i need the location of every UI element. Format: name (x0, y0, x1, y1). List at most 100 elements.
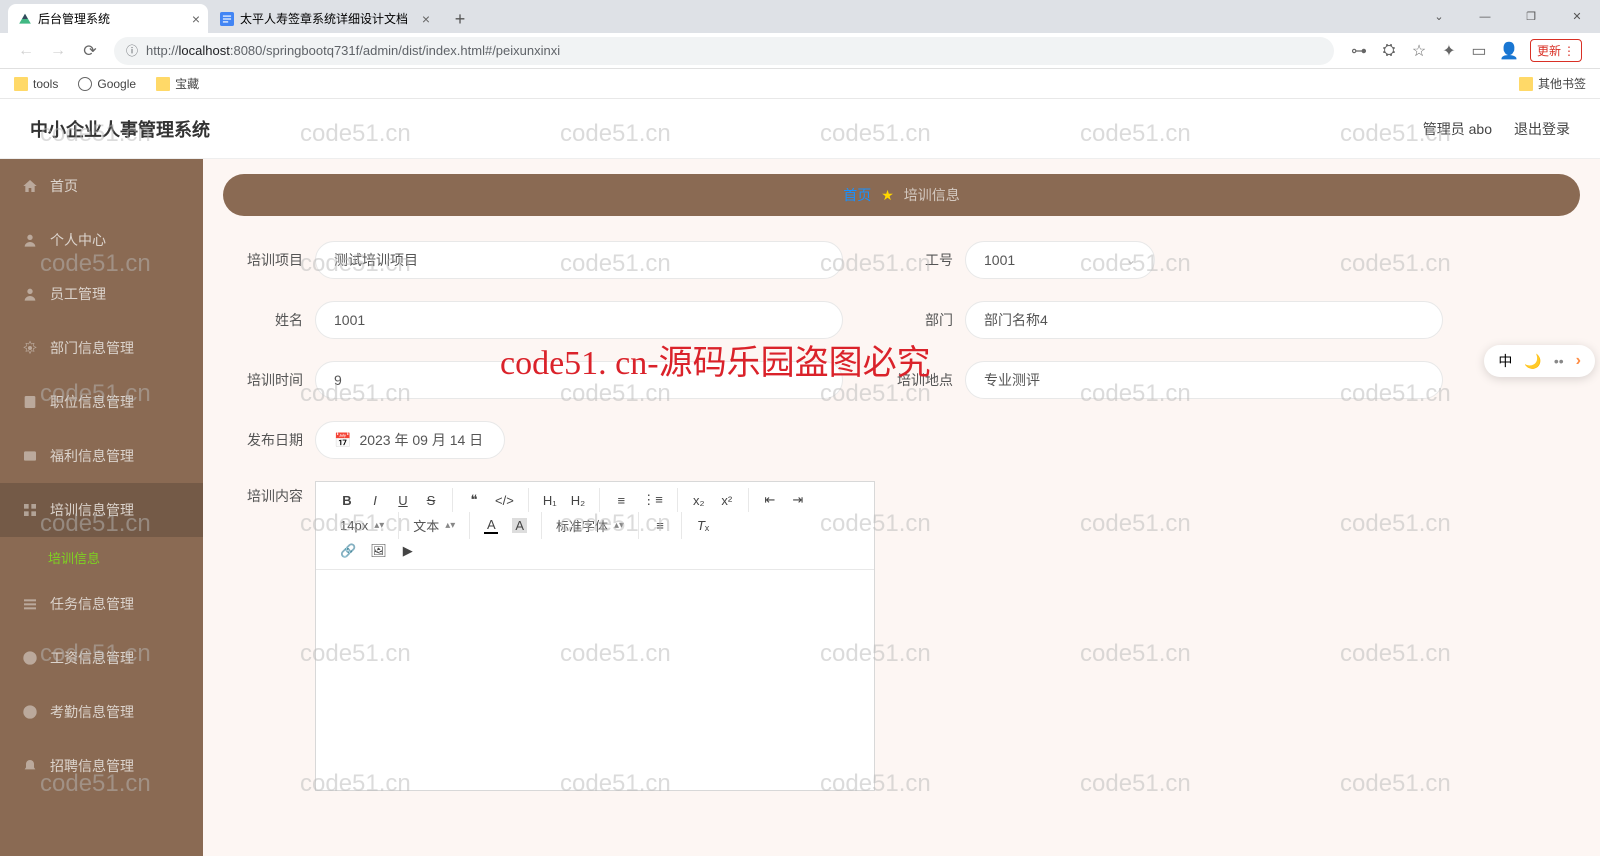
outdent-button[interactable]: ⇥ (791, 492, 805, 508)
forward-button[interactable]: → (42, 35, 74, 67)
app-header: 中小企业人事管理系统 管理员 abo 退出登录 (0, 99, 1600, 159)
url-input[interactable]: ⓘ http://localhost:8080/springbootq731f/… (114, 37, 1334, 65)
window-controls: ⌄ — ❐ ✕ (1416, 0, 1600, 33)
bookmark-google[interactable]: Google (78, 77, 136, 91)
new-tab-button[interactable]: + (446, 5, 474, 33)
video-button[interactable]: ▶ (401, 543, 415, 559)
main-content: 首页 ★ 培训信息 培训项目 工号 1001 ⌄ (203, 159, 1600, 856)
gear-icon (22, 340, 38, 356)
link-button[interactable]: 🔗 (340, 543, 356, 559)
sidebar-item-recruit[interactable]: 招聘信息管理 (0, 739, 203, 793)
chevron-down-icon[interactable]: ⌄ (1416, 0, 1462, 33)
font-family-select[interactable]: 标准字体▴▾ (542, 512, 639, 539)
sidebar-subitem-training-info[interactable]: 培训信息 (0, 537, 203, 577)
sidebar-item-dept[interactable]: 部门信息管理 (0, 321, 203, 375)
code-button[interactable]: </> (495, 493, 514, 508)
ime-mode[interactable]: 中 (1498, 351, 1512, 371)
address-bar: ← → ⟳ ⓘ http://localhost:8080/springboot… (0, 33, 1600, 69)
sidebar-item-position[interactable]: 职位信息管理 (0, 375, 203, 429)
logout-link[interactable]: 退出登录 (1514, 119, 1570, 139)
breadcrumb: 首页 ★ 培训信息 (223, 174, 1580, 216)
sidebar-item-salary[interactable]: 工资信息管理 (0, 631, 203, 685)
browser-tab-inactive[interactable]: 太平人寿签章系统详细设计文档 × (210, 4, 438, 33)
label-project: 培训项目 (233, 250, 303, 270)
doc-icon (22, 394, 38, 410)
editor-textarea[interactable] (316, 570, 874, 790)
indent-button[interactable]: ⇤ (763, 492, 777, 508)
input-loc[interactable] (965, 361, 1443, 399)
close-icon[interactable]: × (422, 11, 430, 27)
sidebar-item-task[interactable]: 任务信息管理 (0, 577, 203, 631)
label-empno: 工号 (883, 250, 953, 270)
close-window-icon[interactable]: ✕ (1554, 0, 1600, 33)
ime-punct[interactable]: •• (1554, 353, 1564, 369)
sidebar-item-home[interactable]: 首页 (0, 159, 203, 213)
browser-tab-active[interactable]: 后台管理系统 × (8, 4, 208, 33)
image-button[interactable]: 🖼 (370, 543, 387, 559)
strike-button[interactable]: S (424, 493, 438, 508)
user-icon (22, 232, 38, 248)
bold-button[interactable]: B (340, 493, 354, 508)
devices-icon[interactable]: ▭ (1470, 42, 1488, 60)
folder-icon (14, 77, 28, 91)
sup-button[interactable]: x² (720, 493, 734, 508)
star-icon: ★ (881, 187, 894, 204)
vue-icon (18, 12, 32, 26)
close-icon[interactable]: × (192, 11, 200, 27)
input-time[interactable] (315, 361, 843, 399)
h2-button[interactable]: H₂ (571, 493, 585, 508)
sub-button[interactable]: x₂ (692, 493, 706, 508)
bookmark-tools[interactable]: tools (14, 77, 58, 91)
puzzle-icon[interactable]: ✦ (1440, 42, 1458, 60)
key-icon[interactable]: ⊶ (1350, 42, 1368, 60)
sidebar-item-profile[interactable]: 个人中心 (0, 213, 203, 267)
editor-toolbar: B I U S ❝ </> H₁ (316, 482, 874, 570)
translate-icon[interactable]: ⛭ (1380, 42, 1398, 60)
font-style-select[interactable]: 文本▴▾ (399, 512, 470, 539)
label-dept: 部门 (883, 310, 953, 330)
date-picker[interactable]: 📅 2023 年 09 月 14 日 (315, 421, 505, 459)
underline-button[interactable]: U (396, 493, 410, 508)
input-project[interactable] (315, 241, 843, 279)
select-empno[interactable]: 1001 ⌄ (965, 241, 1155, 279)
back-button[interactable]: ← (10, 35, 42, 67)
label-date: 发布日期 (233, 430, 303, 450)
star-icon[interactable]: ☆ (1410, 42, 1428, 60)
ul-button[interactable]: ⋮≡ (642, 492, 663, 508)
list-icon (22, 596, 38, 612)
profile-icon[interactable]: 👤 (1500, 42, 1518, 60)
breadcrumb-home[interactable]: 首页 (843, 185, 871, 205)
maximize-icon[interactable]: ❐ (1508, 0, 1554, 33)
font-size-select[interactable]: 14px▴▾ (326, 512, 399, 539)
ol-button[interactable]: ≡ (614, 493, 628, 508)
moon-icon[interactable]: 🌙 (1524, 353, 1541, 370)
bookmark-treasure[interactable]: 宝藏 (156, 75, 199, 92)
folder-icon (156, 77, 170, 91)
bookmark-other[interactable]: 其他书签 (1519, 75, 1586, 92)
sidebar-item-benefits[interactable]: 福利信息管理 (0, 429, 203, 483)
quote-button[interactable]: ❝ (467, 492, 481, 508)
align-button[interactable]: ≡ (653, 518, 667, 533)
mail-icon (22, 448, 38, 464)
sidebar-item-employee[interactable]: 员工管理 (0, 267, 203, 321)
label-content: 培训内容 (233, 481, 303, 791)
sidebar-item-attendance[interactable]: 考勤信息管理 (0, 685, 203, 739)
bg-color-button[interactable]: A (512, 518, 527, 533)
chevron-right-icon[interactable]: › (1576, 352, 1581, 370)
current-user[interactable]: 管理员 abo (1423, 119, 1492, 139)
folder-icon (1519, 77, 1533, 91)
minimize-icon[interactable]: — (1462, 0, 1508, 33)
input-dept[interactable] (965, 301, 1443, 339)
update-button[interactable]: 更新⋮ (1530, 39, 1582, 62)
breadcrumb-current: 培训信息 (904, 185, 960, 205)
input-name[interactable] (315, 301, 843, 339)
sidebar-item-training[interactable]: 培训信息管理 (0, 483, 203, 537)
ime-floating-bar[interactable]: 中 🌙 •• › (1484, 345, 1595, 377)
text-color-button[interactable]: A (484, 517, 498, 534)
label-time: 培训时间 (233, 370, 303, 390)
clear-format-button[interactable]: Tₓ (696, 518, 710, 533)
reload-button[interactable]: ⟳ (74, 35, 106, 67)
h1-button[interactable]: H₁ (543, 493, 557, 508)
calendar-icon: 📅 (334, 432, 351, 449)
italic-button[interactable]: I (368, 493, 382, 508)
